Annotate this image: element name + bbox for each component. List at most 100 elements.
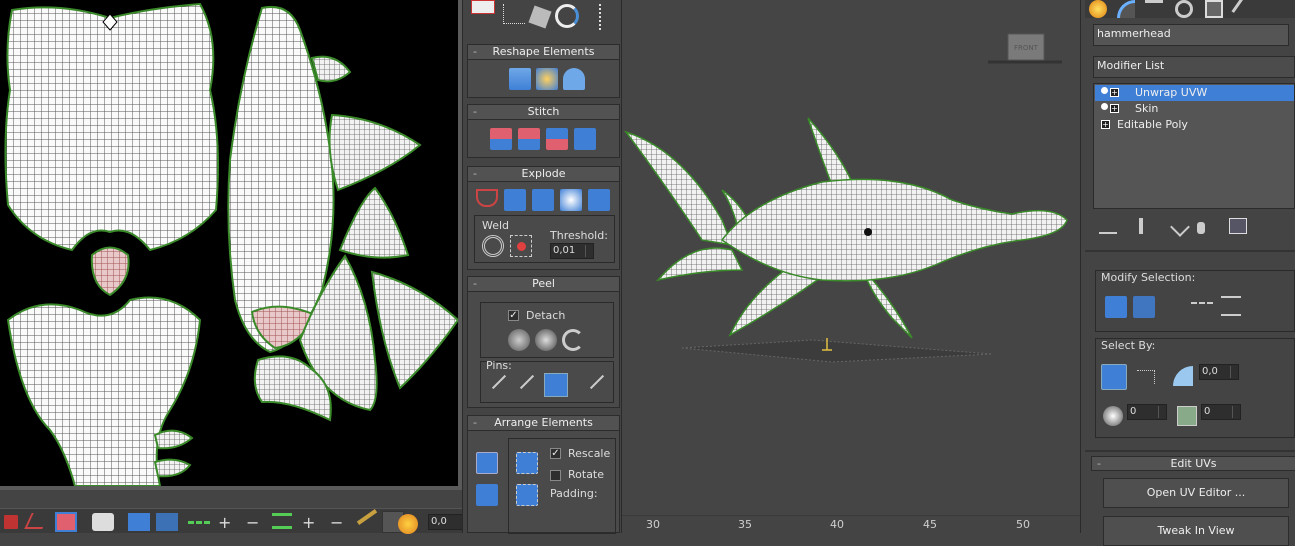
edge-loop-icon[interactable]: [188, 521, 210, 524]
weld-label: Weld: [482, 219, 510, 232]
object-name-field[interactable]: hammerhead: [1093, 24, 1289, 46]
straighten-icon[interactable]: [509, 68, 531, 90]
scale-icon[interactable]: [528, 5, 552, 29]
planar-angle-field[interactable]: 0,0: [1199, 364, 1239, 380]
pins-label: Pins:: [486, 359, 512, 372]
edit-uvs-header[interactable]: - Edit UVs: [1091, 456, 1295, 471]
break-icon[interactable]: [476, 189, 498, 207]
select-element-icon[interactable]: [92, 513, 114, 531]
select-by-edge-angle-icon[interactable]: [1137, 370, 1155, 384]
show-end-result-icon[interactable]: [1139, 218, 1143, 234]
stitch-to-source-icon[interactable]: [546, 128, 568, 150]
select-by-label: Select By:: [1101, 339, 1156, 352]
rescale-checkbox[interactable]: ✓: [550, 448, 561, 459]
stack-item-skin[interactable]: + Skin: [1095, 101, 1294, 117]
soft-selection-icon[interactable]: [398, 514, 418, 534]
stack-item-unwrap-uvw[interactable]: + Unwrap UVW: [1095, 85, 1294, 101]
select-by-element-icon[interactable]: [1101, 364, 1127, 390]
flatten-polygon-icon[interactable]: [532, 189, 554, 211]
ruler-tick: 45: [923, 518, 937, 531]
make-unique-icon[interactable]: [1170, 217, 1190, 237]
reshape-elements-header[interactable]: - Reshape Elements: [468, 45, 619, 60]
rescale-label: Rescale: [568, 447, 611, 460]
tweak-in-view-button[interactable]: Tweak In View: [1103, 516, 1289, 546]
select-vertex-icon[interactable]: [4, 515, 18, 529]
arc-icon[interactable]: [563, 68, 585, 90]
shrink-selection-icon[interactable]: [156, 513, 178, 531]
quick-peel-icon[interactable]: [508, 329, 530, 351]
freeform-icon[interactable]: [599, 4, 602, 30]
stitch-average-icon[interactable]: [518, 128, 540, 150]
stitch-custom-icon[interactable]: [574, 128, 596, 150]
explode-header[interactable]: - Explode: [468, 167, 619, 182]
shark-eye: [864, 228, 872, 236]
uv-island-fin-d: [370, 270, 458, 390]
stitch-rollout: - Stitch: [467, 104, 620, 158]
weld-target-icon[interactable]: [510, 235, 532, 257]
uv-island-body-bottom: [6, 296, 202, 486]
divider: [1085, 250, 1295, 252]
arrange-elements-header[interactable]: - Arrange Elements: [468, 416, 619, 431]
grow-selection-icon[interactable]: [128, 513, 150, 531]
ring-select-icon[interactable]: [1221, 296, 1241, 316]
move-icon[interactable]: [503, 4, 525, 24]
pack-together-icon[interactable]: [516, 452, 538, 474]
display-tab-icon[interactable]: [1205, 0, 1223, 18]
flatten-smoothing-icon[interactable]: [560, 189, 582, 211]
ring-minus-icon[interactable]: −: [330, 515, 343, 531]
detach-label: Detach: [526, 309, 566, 322]
loop-select-icon[interactable]: [1191, 302, 1213, 304]
pack-custom-icon[interactable]: [476, 452, 498, 474]
detach-checkbox[interactable]: ✓: [508, 310, 519, 321]
timeline-ruler[interactable]: 30 35 40 45 50: [622, 515, 1080, 533]
padding-label: Padding:: [550, 487, 598, 500]
flatten-material-icon[interactable]: [588, 189, 610, 211]
command-panel: hammerhead Modifier List + Unwrap UVW + …: [1080, 0, 1295, 546]
peel-header[interactable]: - Peel: [468, 277, 619, 292]
pin-stack-icon[interactable]: [1099, 220, 1117, 234]
stitch-to-target-icon[interactable]: [490, 128, 512, 150]
select-edge-icon[interactable]: [24, 513, 50, 529]
reset-peel-icon[interactable]: [562, 329, 584, 351]
create-tab-icon[interactable]: [1089, 0, 1107, 18]
ring-plus-icon[interactable]: +: [302, 515, 315, 531]
perspective-viewport[interactable]: FRONT: [622, 0, 1080, 515]
stitch-header[interactable]: - Stitch: [468, 105, 619, 120]
hierarchy-tab-icon[interactable]: [1145, 0, 1163, 18]
shrink-uv-selection-icon[interactable]: [1133, 296, 1155, 318]
material-id-field[interactable]: 0: [1201, 404, 1241, 420]
auto-pin-icon[interactable]: [544, 373, 568, 397]
rotate-icon[interactable]: [555, 4, 579, 28]
remove-modifier-icon[interactable]: [1197, 222, 1205, 234]
expand-icon: +: [1110, 104, 1119, 113]
configure-sets-icon[interactable]: [1229, 218, 1247, 234]
relax-icon[interactable]: [536, 68, 558, 90]
open-uv-editor-button[interactable]: Open UV Editor ...: [1103, 478, 1289, 508]
edge-ring-icon[interactable]: [272, 513, 292, 529]
shark-dorsal-fin: [807, 117, 854, 186]
smoothing-group-field[interactable]: 0: [1127, 404, 1167, 420]
modifier-list-dropdown[interactable]: Modifier List: [1093, 56, 1295, 78]
threshold-field[interactable]: 0,01: [550, 243, 594, 259]
select-by-material-icon[interactable]: [1177, 406, 1197, 426]
uv-editor-viewport[interactable]: [0, 0, 458, 486]
select-face-icon[interactable]: [55, 512, 77, 532]
rotate-label: Rotate: [568, 468, 605, 481]
peel-mode-icon[interactable]: [535, 329, 557, 351]
pack-normalize-icon[interactable]: [476, 484, 498, 506]
uv-islands: [4, 2, 458, 486]
flatten-angle-icon[interactable]: [504, 189, 526, 211]
rotate-checkbox[interactable]: [550, 470, 561, 481]
quick-planar-icon[interactable]: [471, 0, 495, 14]
select-by-smoothing-icon[interactable]: [1103, 406, 1123, 426]
modifier-stack: + Unwrap UVW + Skin + Editable Poly: [1093, 83, 1295, 209]
explode-rollout: - Explode Weld Threshold: 0,01: [467, 166, 620, 270]
stack-item-editable-poly[interactable]: + Editable Poly: [1095, 117, 1294, 133]
motion-tab-icon[interactable]: [1175, 0, 1193, 18]
weld-selected-icon[interactable]: [482, 235, 504, 257]
minus-icon[interactable]: −: [246, 515, 259, 531]
paint-select-icon[interactable]: [356, 509, 378, 525]
grow-uv-selection-icon[interactable]: [1105, 296, 1127, 318]
plus-icon[interactable]: +: [218, 515, 231, 531]
pack-recenter-icon[interactable]: [516, 484, 538, 506]
